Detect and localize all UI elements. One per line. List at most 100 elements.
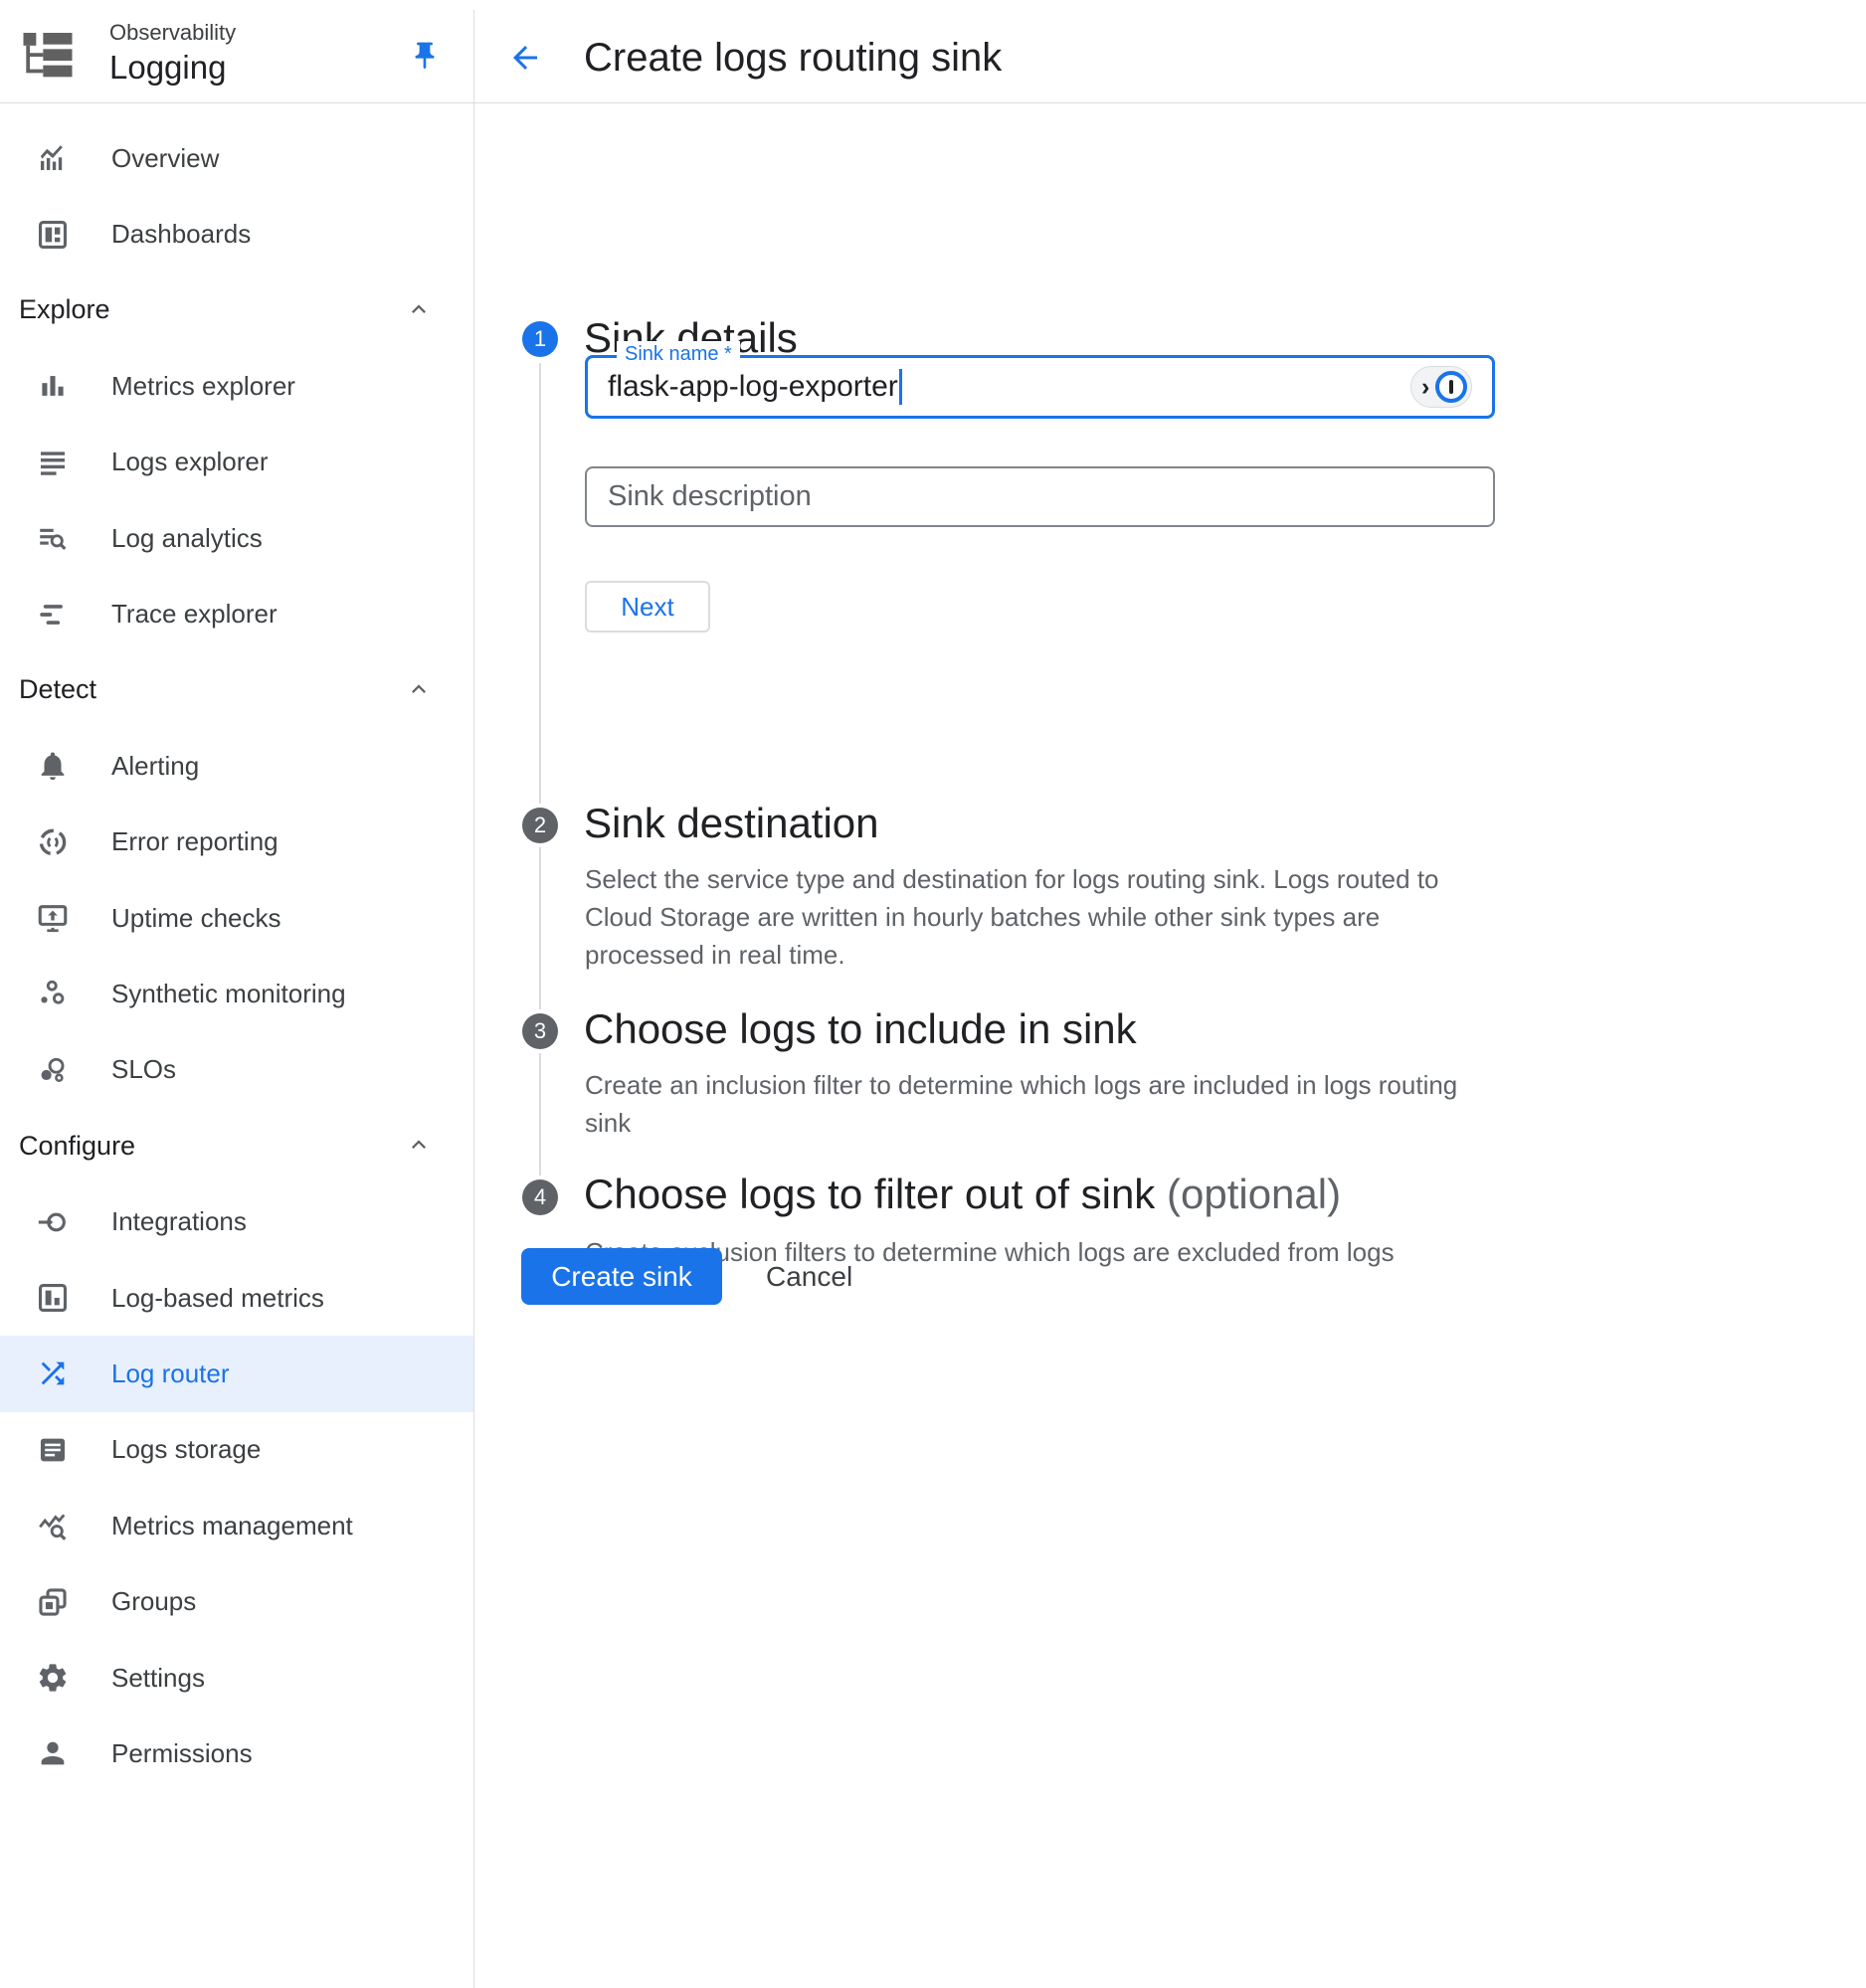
chevron-up-icon[interactable] bbox=[404, 1131, 434, 1161]
chevron-up-icon[interactable] bbox=[404, 675, 434, 705]
chevron-up-icon[interactable] bbox=[404, 295, 434, 325]
metrics-explorer-icon bbox=[36, 369, 70, 403]
sidebar-item-integrations[interactable]: Integrations bbox=[0, 1183, 473, 1259]
groups-icon bbox=[36, 1585, 70, 1619]
create-sink-button[interactable]: Create sink bbox=[521, 1248, 722, 1305]
sidebar-item-settings[interactable]: Settings bbox=[0, 1640, 473, 1716]
sidebar-item-logs-storage[interactable]: Logs storage bbox=[0, 1412, 473, 1488]
sidebar-item-label: Error reporting bbox=[111, 826, 279, 857]
sidebar-item-metrics-explorer[interactable]: Metrics explorer bbox=[0, 348, 473, 424]
sidebar-item-label: Trace explorer bbox=[111, 599, 278, 630]
sink-name-label: Sink name * bbox=[617, 341, 740, 367]
trace-explorer-icon bbox=[36, 598, 70, 632]
sidebar-item-log-analytics[interactable]: Log analytics bbox=[0, 500, 473, 576]
sidebar-item-logs-explorer[interactable]: Logs explorer bbox=[0, 425, 473, 500]
sidebar-item-synthetic-monitoring[interactable]: Synthetic monitoring bbox=[0, 956, 473, 1031]
text-cursor bbox=[899, 369, 902, 405]
step-3-number: 3 bbox=[522, 1013, 558, 1049]
section-name: Logging bbox=[109, 47, 236, 89]
sidebar-item-label: Metrics management bbox=[111, 1511, 353, 1541]
sidebar-item-permissions[interactable]: Permissions bbox=[0, 1716, 473, 1791]
logs-storage-icon bbox=[36, 1433, 70, 1467]
sidebar-item-uptime-checks[interactable]: Uptime checks bbox=[0, 880, 473, 956]
step-connector bbox=[539, 1053, 541, 1175]
step-4-title: Choose logs to filter out of sink (optio… bbox=[584, 1169, 1341, 1220]
sidebar-item-log-based-metrics[interactable]: Log-based metrics bbox=[0, 1260, 473, 1336]
sidebar-item-label: Dashboards bbox=[111, 219, 251, 250]
step-2-number: 2 bbox=[522, 808, 558, 843]
product-name: Observability bbox=[109, 19, 236, 47]
step-2-title: Sink destination bbox=[584, 798, 879, 849]
sidebar-item-label: Groups bbox=[111, 1586, 196, 1617]
logging-product-icon bbox=[20, 26, 76, 82]
sidebar-item-label: SLOs bbox=[111, 1054, 176, 1085]
password-manager-extension-icon[interactable]: › bbox=[1410, 366, 1472, 408]
dashboards-icon bbox=[36, 218, 70, 252]
sidebar-section-label: Detect bbox=[19, 674, 96, 705]
sink-description-input[interactable]: Sink description bbox=[585, 466, 1495, 527]
log-router-shuffle-icon bbox=[36, 1356, 70, 1390]
sidebar-item-label: Alerting bbox=[111, 751, 199, 782]
sidebar-section-label: Configure bbox=[19, 1131, 135, 1162]
step-4-number: 4 bbox=[522, 1179, 558, 1215]
sidebar-item-groups[interactable]: Groups bbox=[0, 1563, 473, 1639]
sidebar-item-label: Log router bbox=[111, 1358, 230, 1389]
sidebar-item-error-reporting[interactable]: Error reporting bbox=[0, 805, 473, 880]
one-password-icon bbox=[1435, 371, 1467, 403]
sidebar-item-dashboards[interactable]: Dashboards bbox=[0, 196, 473, 271]
sidebar-section-configure[interactable]: Configure bbox=[0, 1108, 473, 1183]
integrations-icon bbox=[36, 1205, 70, 1239]
alerting-bell-icon bbox=[36, 749, 70, 783]
step-4-title-text: Choose logs to filter out of sink bbox=[584, 1171, 1155, 1217]
log-based-metrics-icon bbox=[36, 1281, 70, 1315]
sidebar-header: Observability Logging bbox=[0, 10, 473, 103]
page-header: Create logs routing sink bbox=[474, 10, 1866, 103]
sidebar-item-label: Log-based metrics bbox=[111, 1283, 324, 1314]
sidebar-item-label: Overview bbox=[111, 143, 219, 174]
step-3-description: Create an inclusion filter to determine … bbox=[585, 1066, 1729, 1142]
back-arrow-icon[interactable] bbox=[507, 40, 543, 76]
slos-icon bbox=[36, 1053, 70, 1087]
sidebar-nav: Overview Dashboards Explore Metrics expl… bbox=[0, 103, 473, 1792]
sidebar-item-slos[interactable]: SLOs bbox=[0, 1032, 473, 1108]
chevron-right-icon: › bbox=[1421, 375, 1429, 400]
sidebar-item-label: Settings bbox=[111, 1663, 205, 1694]
sidebar-item-metrics-management[interactable]: Metrics management bbox=[0, 1488, 473, 1563]
step-2-description: Select the service type and destination … bbox=[585, 860, 1729, 974]
logs-explorer-icon bbox=[36, 446, 70, 479]
sink-name-value: flask-app-log-exporter bbox=[608, 370, 898, 404]
sidebar-section-explore[interactable]: Explore bbox=[0, 272, 473, 348]
sidebar-item-label: Logs explorer bbox=[111, 447, 269, 477]
page-title: Create logs routing sink bbox=[584, 34, 1002, 82]
sidebar-item-alerting[interactable]: Alerting bbox=[0, 728, 473, 804]
sidebar-item-label: Log analytics bbox=[111, 523, 263, 554]
uptime-checks-icon bbox=[36, 901, 70, 935]
sidebar-item-label: Uptime checks bbox=[111, 903, 281, 934]
sidebar-item-label: Permissions bbox=[111, 1738, 253, 1769]
error-reporting-icon bbox=[36, 825, 70, 859]
pin-icon[interactable] bbox=[406, 38, 444, 76]
cancel-button[interactable]: Cancel bbox=[750, 1248, 868, 1305]
step-4-title-optional: (optional) bbox=[1167, 1171, 1341, 1217]
sidebar-section-detect[interactable]: Detect bbox=[0, 652, 473, 728]
log-analytics-icon bbox=[36, 521, 70, 555]
sidebar-item-log-router[interactable]: Log router bbox=[0, 1336, 473, 1411]
overview-icon bbox=[36, 141, 70, 175]
sidebar-item-overview[interactable]: Overview bbox=[0, 120, 473, 196]
next-button[interactable]: Next bbox=[585, 581, 710, 633]
step-connector bbox=[539, 847, 541, 1009]
step-3-title: Choose logs to include in sink bbox=[584, 1003, 1137, 1055]
sidebar: Observability Logging Overview Dashboard… bbox=[0, 10, 474, 1988]
permissions-person-icon bbox=[36, 1736, 70, 1770]
step-connector bbox=[539, 363, 541, 804]
sidebar-item-label: Logs storage bbox=[111, 1434, 261, 1465]
metrics-management-icon bbox=[36, 1509, 70, 1542]
sidebar-item-label: Metrics explorer bbox=[111, 371, 295, 402]
sidebar-item-label: Synthetic monitoring bbox=[111, 979, 346, 1009]
sidebar-section-label: Explore bbox=[19, 294, 110, 325]
synthetic-monitoring-icon bbox=[36, 977, 70, 1010]
step-1-number: 1 bbox=[522, 321, 558, 357]
sink-description-placeholder: Sink description bbox=[608, 480, 812, 513]
sidebar-titles: Observability Logging bbox=[109, 19, 236, 89]
sidebar-item-trace-explorer[interactable]: Trace explorer bbox=[0, 576, 473, 651]
